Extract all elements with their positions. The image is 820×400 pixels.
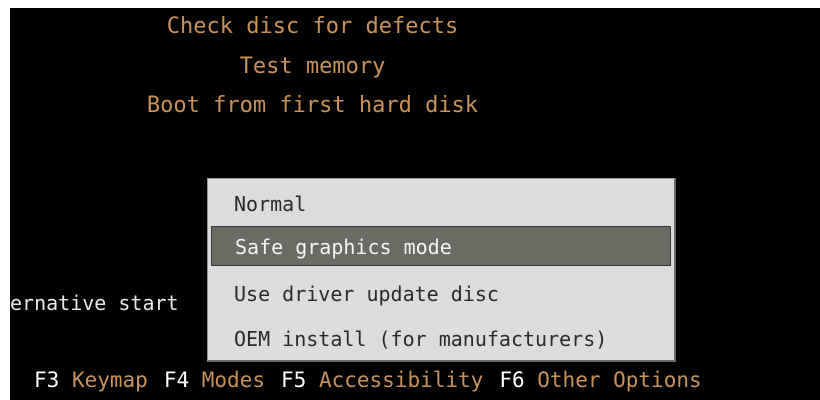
fkey-f3-label: Keymap	[71, 368, 148, 392]
function-key-bar: F3 Keymap F4 Modes F5 Accessibility F6 Othe…	[34, 364, 702, 396]
fkey-f6-other-options[interactable]: F6 Other Options	[499, 364, 701, 396]
boot-menu-item-boot-hard-disk[interactable]: Boot from first hard disk	[10, 93, 615, 119]
alternative-start-label: ernative start	[10, 291, 179, 315]
fkey-f5-key: F5	[280, 368, 307, 392]
boot-menu-item-test-memory[interactable]: Test memory	[10, 54, 615, 80]
boot-screen: Check disc for defects Test memory Boot …	[10, 8, 820, 400]
popup-item-driver-update-disc[interactable]: Use driver update disc	[211, 274, 671, 314]
boot-menu-item-check-disc[interactable]: Check disc for defects	[10, 14, 615, 40]
boot-options-popup: Normal Safe graphics mode Use driver upd…	[207, 178, 676, 362]
fkey-f6-label: Other Options	[537, 368, 702, 392]
popup-item-oem-install[interactable]: OEM install (for manufacturers)	[211, 319, 671, 359]
popup-item-safe-graphics-mode[interactable]: Safe graphics mode	[211, 226, 671, 266]
fkey-f4-modes[interactable]: F4 Modes	[164, 364, 265, 396]
fkey-f4-label: Modes	[201, 368, 265, 392]
fkey-f5-accessibility[interactable]: F5 Accessibility	[281, 364, 483, 396]
popup-item-normal[interactable]: Normal	[211, 184, 671, 224]
fkey-f3-key: F3	[34, 368, 60, 392]
fkey-f4-key: F4	[163, 368, 190, 392]
fkey-f3-keymap[interactable]: F3 Keymap	[34, 364, 148, 396]
fkey-f6-key: F6	[499, 368, 525, 392]
fkey-f5-label: Accessibility	[318, 368, 484, 392]
